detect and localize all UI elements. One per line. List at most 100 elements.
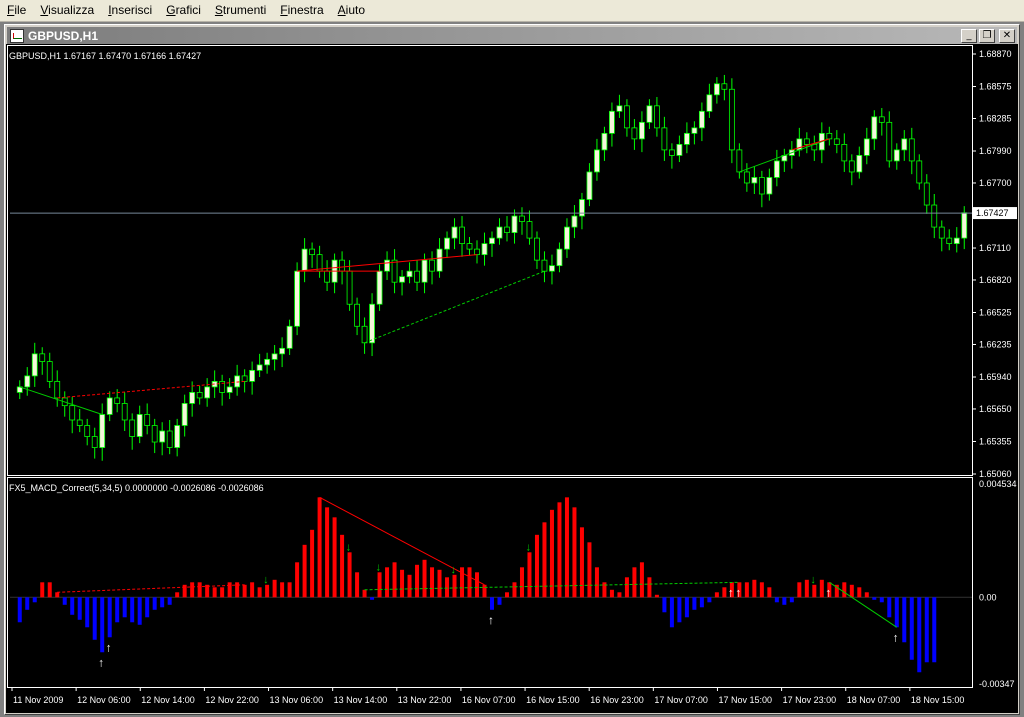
histogram-bar: [152, 597, 157, 610]
histogram-bar: [415, 564, 420, 598]
chart-window-titlebar[interactable]: GBPUSD,H1 _ ❐ ✕: [7, 27, 1017, 45]
candle-body: [504, 226, 510, 233]
candle-body: [893, 149, 900, 162]
restore-icon[interactable]: ❐: [979, 29, 995, 43]
candle-body: [549, 265, 555, 272]
histogram-bar: [32, 597, 37, 603]
histogram-bar: [47, 582, 52, 598]
price-label: 1.65060: [979, 469, 1012, 479]
candle-body: [346, 270, 353, 305]
menu-window[interactable]: Finestra: [273, 0, 330, 21]
candle-body: [384, 259, 390, 272]
histogram-bar: [647, 577, 652, 598]
histogram-bar: [332, 517, 337, 598]
candle-body: [271, 353, 278, 360]
candle-body: [931, 204, 938, 228]
candle-body: [166, 430, 173, 448]
candle-body: [594, 149, 600, 173]
candle-body: [429, 259, 435, 272]
up-arrow-icon: ↑: [488, 613, 494, 627]
histogram-bar: [662, 597, 667, 613]
histogram-bar: [744, 582, 749, 598]
histogram-bar: [227, 582, 232, 598]
candle-body: [256, 364, 263, 371]
chart-canvas[interactable]: ↑ ↑ ↑ ↑ ↑ ↑ ↑ ↓ ↓ ↓ ↓ ↓ ↓ 1.68870 1.68575 1.68285 1.679…: [6, 44, 1018, 713]
histogram-bar: [212, 587, 217, 598]
histogram-bar: [782, 597, 787, 605]
minimize-icon[interactable]: _: [961, 29, 977, 43]
price-label: 1.66820: [979, 275, 1012, 285]
histogram-bar: [932, 597, 937, 663]
histogram-bar: [819, 579, 824, 598]
candle-body: [444, 237, 450, 250]
candle-body: [871, 116, 878, 140]
histogram-bar: [167, 597, 172, 605]
histogram-bar: [295, 562, 300, 598]
up-arrow-icon: ↑: [893, 630, 899, 644]
menu-tools[interactable]: Strumenti: [208, 0, 273, 21]
histogram-bar: [557, 502, 562, 598]
down-arrow-icon: ↓: [451, 564, 457, 576]
candle-body: [249, 369, 256, 382]
candle-body: [174, 425, 181, 448]
candle-body: [459, 226, 465, 245]
candle-body: [24, 375, 31, 388]
menu-help[interactable]: Aiuto: [331, 0, 372, 21]
histogram-bar: [25, 597, 30, 610]
candle-body: [669, 149, 675, 156]
histogram-bar: [17, 597, 22, 623]
candle-body: [946, 237, 953, 245]
candle-body: [901, 138, 908, 151]
down-arrow-icon: ↓: [525, 541, 531, 553]
histogram-bar: [407, 574, 412, 598]
candle-body: [743, 171, 750, 184]
histogram-bar: [594, 567, 599, 598]
menu-file[interactable]: File: [0, 0, 33, 21]
candle-body: [414, 270, 420, 283]
close-icon[interactable]: ✕: [999, 29, 1015, 43]
histogram-bar: [92, 597, 97, 640]
histogram-bar: [909, 597, 914, 660]
histogram-bar: [714, 592, 719, 598]
divergence-line: [364, 270, 545, 344]
candle-body: [938, 226, 945, 239]
menu-charts[interactable]: Grafici: [159, 0, 208, 21]
candle-body: [91, 436, 98, 448]
candle-body: [189, 392, 196, 404]
candle-body: [286, 325, 293, 349]
candle-body: [301, 248, 308, 272]
histogram-bar: [220, 587, 225, 598]
menu-insert[interactable]: Inserisci: [101, 0, 159, 21]
time-label: 18 Nov 07:00: [847, 695, 901, 705]
candle-body: [601, 132, 608, 151]
candle-body: [391, 259, 398, 283]
histogram-bar: [849, 584, 854, 598]
candle-body: [833, 138, 840, 145]
histogram-bar: [77, 597, 82, 620]
chart-window-icon: [10, 29, 24, 43]
candle-body: [639, 121, 645, 140]
down-arrow-icon: ↓: [346, 541, 352, 553]
histogram-bar: [617, 592, 622, 598]
candle-body: [466, 243, 473, 250]
up-arrow-icon: ↑: [98, 655, 104, 669]
price-label: 1.65940: [979, 372, 1012, 382]
time-label: 13 Nov 22:00: [398, 695, 452, 705]
candle-body: [923, 182, 930, 206]
time-label: 12 Nov 22:00: [205, 695, 259, 705]
candle-body: [863, 138, 870, 156]
candle-body: [519, 215, 525, 222]
histogram-bar: [182, 584, 187, 598]
candle-body: [654, 105, 660, 129]
menu-view[interactable]: Visualizza: [33, 0, 101, 21]
candle-body: [511, 215, 518, 233]
time-label: 16 Nov 23:00: [590, 695, 644, 705]
histogram-bar: [430, 567, 435, 598]
histogram-bar: [669, 597, 674, 628]
candle-body: [31, 353, 38, 377]
histogram-bar: [40, 582, 45, 598]
candle-body: [361, 325, 368, 344]
histogram-bar: [250, 582, 255, 598]
time-label: 12 Nov 06:00: [77, 695, 131, 705]
candle-body: [803, 138, 810, 145]
